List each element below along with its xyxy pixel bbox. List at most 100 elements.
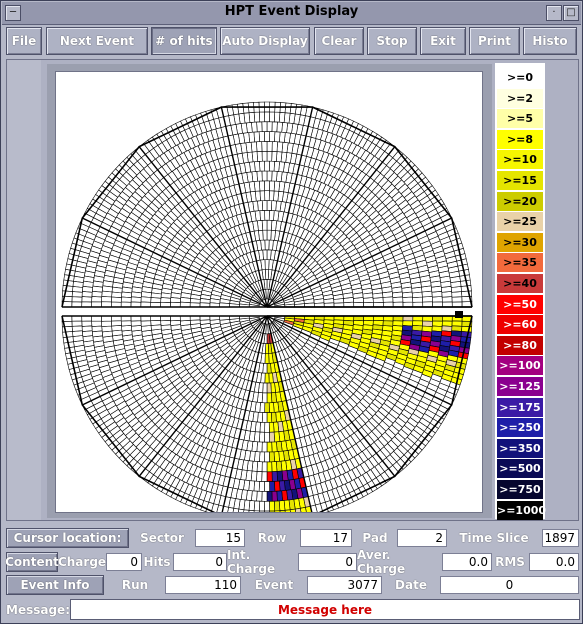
legend-entry: >=10 (497, 150, 543, 170)
pad-cell (71, 320, 83, 327)
pad-cell (269, 131, 276, 142)
pad-cell (71, 325, 83, 332)
pad-cell (264, 372, 270, 384)
file-button[interactable]: File (6, 27, 42, 55)
pad-cell (101, 296, 112, 303)
pad-cell (81, 325, 93, 332)
pad-cell (256, 141, 263, 152)
event-info-button[interactable]: Event Info (6, 575, 104, 595)
maximize-icon[interactable]: □ (563, 5, 579, 21)
pad-cell (264, 451, 270, 463)
pad-cell (150, 319, 162, 326)
legend-entry: >=350 (497, 438, 543, 458)
pad-cell (261, 471, 268, 482)
pad-cell (266, 382, 272, 394)
legend-entry: >=30 (497, 232, 543, 252)
legend-entry: >=5 (497, 109, 543, 129)
minimize-icon[interactable]: · (546, 5, 562, 21)
legend-entry: >=125 (497, 377, 543, 396)
pad-cell (266, 121, 273, 132)
pad-cell (81, 320, 93, 327)
pad-label: Pad (362, 531, 388, 545)
pad-cell (270, 219, 278, 231)
pad-cell (441, 320, 453, 327)
hits-label: Hits (143, 555, 171, 569)
time-slice-label: Time Slice (459, 531, 529, 545)
legend-entry: >=0 (497, 68, 543, 87)
pad-cell (266, 219, 273, 231)
clear-button[interactable]: Clear (314, 27, 364, 55)
pad-cell (266, 461, 273, 473)
pad-cell (422, 320, 433, 327)
print-button[interactable]: Print (469, 27, 520, 55)
pad-cell (276, 141, 284, 153)
legend-entry: >=750 (497, 480, 543, 499)
pad-cell (269, 500, 276, 512)
pad-cell (264, 481, 270, 492)
cursor-location-button[interactable]: Cursor location: (6, 528, 129, 548)
stop-button[interactable]: Stop (367, 27, 417, 55)
charge-value: 0 (106, 553, 142, 571)
pad-cell (266, 229, 272, 241)
pad-cell (271, 490, 278, 502)
content-button[interactable]: Content (5, 552, 59, 572)
pad-cell (263, 510, 271, 522)
pad-cell (170, 319, 181, 326)
pad-cell (266, 200, 273, 211)
pad-cell (268, 239, 274, 251)
pad-cell (270, 200, 277, 212)
pad-cell (261, 141, 268, 152)
legend-entry: >=8 (497, 129, 543, 149)
pad-cell (258, 111, 265, 123)
pad-cell (258, 131, 265, 142)
pad-cell (271, 170, 278, 182)
title-bar[interactable]: ─ HPT Event Display · □ (2, 2, 581, 25)
histo-button[interactable]: Histo (523, 27, 577, 55)
pad-cell (256, 121, 263, 133)
pad-cell (266, 362, 272, 374)
pad-cell (264, 190, 270, 201)
pad-cell (81, 296, 93, 303)
pad-cell (256, 490, 263, 502)
event-info-row: Event Info Run 110 Event 3077 Date 0 (6, 575, 579, 595)
auto-display-button[interactable]: Auto Display (220, 27, 310, 55)
pad-cell (91, 296, 103, 303)
legend-entry: >=20 (497, 191, 543, 211)
pad-plane-plot[interactable] (55, 71, 483, 522)
int-charge-value: 0 (298, 553, 357, 571)
pad-cell (101, 290, 113, 298)
aver-charge-label: Aver. Charge (357, 548, 406, 576)
message-row: Message: Message here (6, 599, 580, 620)
event-value: 3077 (307, 576, 382, 594)
pad-cell (261, 491, 268, 502)
pad-cell (179, 296, 191, 304)
charge-label: Charge (57, 555, 107, 569)
sector-value: 15 (195, 529, 245, 547)
run-label: Run (121, 578, 149, 592)
pad-cell (274, 480, 281, 492)
pad-plane-svg[interactable] (56, 72, 482, 522)
pad-cell (269, 431, 276, 443)
pad-cell (273, 111, 281, 123)
pad-cell (256, 471, 263, 482)
hits-button[interactable]: # of hits (151, 27, 217, 55)
exit-button[interactable]: Exit (420, 27, 466, 55)
hpt-window: ─ HPT Event Display · □ File Next Event … (0, 0, 583, 624)
pad-cell (431, 320, 443, 327)
pad-cell (264, 431, 270, 443)
pad-cell (271, 141, 278, 152)
legend-entry: >=60 (497, 315, 543, 335)
pad-cell (264, 210, 270, 221)
run-value: 110 (165, 576, 241, 594)
event-label: Event (254, 578, 294, 592)
pad-cell (264, 500, 270, 512)
next-event-button[interactable]: Next Event (46, 27, 148, 55)
legend-entry: >=2 (497, 88, 543, 108)
toolbar: File Next Event # of hits Auto Display C… (2, 25, 581, 58)
pad-cell (261, 121, 268, 132)
legend-entry: >=175 (497, 397, 543, 417)
pad-cell (268, 421, 275, 433)
pad-cell (271, 471, 278, 482)
date-label: Date (395, 578, 427, 592)
left-margin (7, 60, 41, 520)
